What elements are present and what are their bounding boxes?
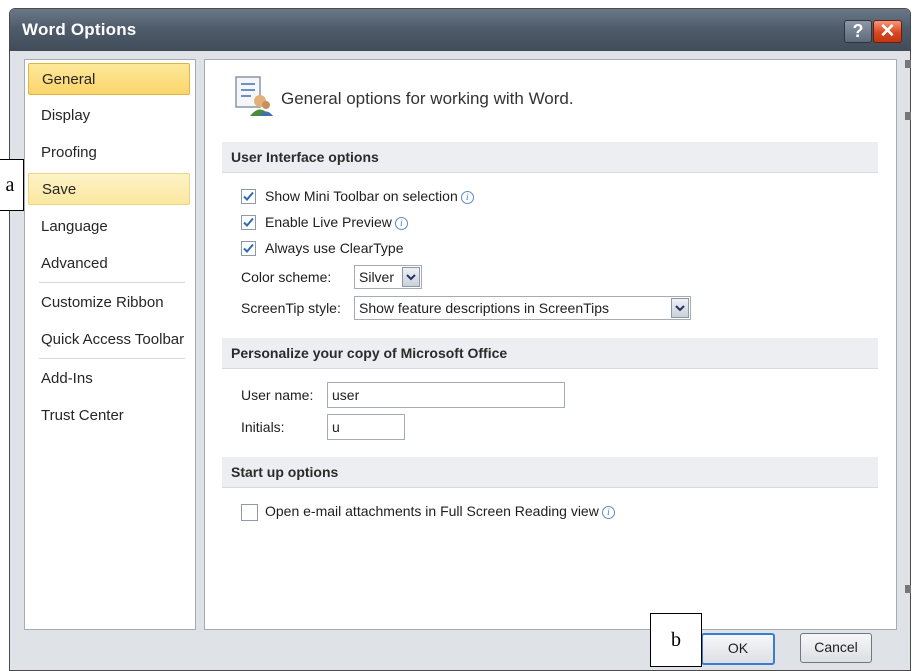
checkmark-icon [243, 191, 254, 201]
full-screen-reading-label: Open e-mail attachments in Full Screen R… [265, 503, 615, 519]
ui-options-section-header: User Interface options [222, 142, 878, 173]
nav-divider [39, 358, 185, 359]
window-title: Word Options [22, 20, 137, 39]
nav-item-label: Quick Access Toolbar [41, 331, 185, 348]
nav-item-label: Customize Ribbon [41, 294, 164, 311]
nav-item-add-ins[interactable]: Add-Ins [28, 363, 190, 395]
info-icon[interactable]: i [601, 506, 615, 519]
dropdown-arrow-icon[interactable] [671, 298, 689, 318]
nav-item-label: General [42, 71, 96, 88]
nav-item-label: Trust Center [41, 407, 124, 424]
nav-item-label: Save [42, 181, 77, 198]
title-bar[interactable]: Word Options ? ✕ [10, 9, 910, 51]
section-title: User Interface options [231, 149, 379, 165]
callout-a: a [0, 159, 24, 211]
option-text: Open e-mail attachments in Full Screen R… [265, 503, 599, 519]
section-title: Personalize your copy of Microsoft Offic… [231, 345, 508, 361]
initials-input[interactable]: u [327, 414, 405, 440]
live-preview-label: Enable Live Preview i [265, 214, 408, 230]
checkmark-icon [243, 217, 254, 227]
info-icon[interactable]: i [394, 217, 408, 230]
nav-item-proofing[interactable]: Proofing [28, 137, 190, 169]
live-preview-checkbox[interactable] [241, 215, 256, 230]
checkmark-icon [243, 243, 254, 253]
nav-item-quick-access-toolbar[interactable]: Quick Access Toolbar [28, 324, 190, 356]
close-button[interactable]: ✕ [873, 20, 902, 43]
general-options-icon [235, 76, 273, 116]
initials-value: u [332, 419, 340, 435]
option-text: Show Mini Toolbar on selection [265, 188, 458, 204]
option-text: Enable Live Preview [265, 214, 392, 230]
username-input[interactable]: user [327, 382, 565, 408]
nav-item-label: Display [41, 107, 91, 124]
callout-b: b [650, 613, 702, 667]
nav-item-label: Language [41, 218, 108, 235]
full-screen-reading-checkbox[interactable] [241, 504, 258, 521]
ok-button[interactable]: OK [701, 633, 775, 665]
general-header-text: General options for working with Word. [281, 89, 574, 108]
nav-item-language[interactable]: Language [28, 211, 190, 243]
personalize-section-header: Personalize your copy of Microsoft Offic… [222, 338, 878, 369]
cancel-button[interactable]: Cancel [800, 633, 872, 663]
color-scheme-label: Color scheme: [241, 269, 332, 285]
nav-item-advanced[interactable]: Advanced [28, 248, 190, 280]
screentip-style-value: Show feature descriptions in ScreenTips [359, 300, 610, 316]
info-icon[interactable]: i [460, 191, 474, 204]
startup-section-header: Start up options [222, 457, 878, 488]
options-nav: General Display Proofing Save Language A… [24, 59, 196, 630]
username-value: user [332, 387, 360, 403]
edge-mark [905, 112, 911, 120]
nav-item-general[interactable]: General [28, 63, 190, 95]
screentip-style-label: ScreenTip style: [241, 300, 341, 316]
mini-toolbar-label: Show Mini Toolbar on selection i [265, 188, 474, 204]
mini-toolbar-checkbox[interactable] [241, 189, 256, 204]
section-title: Start up options [231, 464, 339, 480]
nav-divider [39, 282, 185, 283]
color-scheme-select[interactable]: Silver [354, 265, 422, 289]
nav-item-label: Advanced [41, 255, 108, 272]
nav-item-label: Proofing [41, 144, 97, 161]
cleartype-checkbox[interactable] [241, 241, 256, 256]
screentip-style-select[interactable]: Show feature descriptions in ScreenTips [354, 296, 691, 320]
edge-mark [905, 60, 911, 68]
nav-item-display[interactable]: Display [28, 100, 190, 132]
username-label: User name: [241, 387, 314, 403]
cleartype-label: Always use ClearType [265, 240, 404, 256]
color-scheme-value: Silver [359, 269, 395, 285]
help-button[interactable]: ? [844, 20, 872, 43]
nav-item-trust-center[interactable]: Trust Center [28, 400, 190, 432]
edge-mark [905, 585, 911, 593]
dropdown-arrow-icon[interactable] [402, 267, 420, 287]
nav-item-customize-ribbon[interactable]: Customize Ribbon [28, 287, 190, 319]
nav-item-label: Add-Ins [41, 370, 93, 387]
initials-label: Initials: [241, 419, 285, 435]
word-options-dialog: Word Options ? ✕ General Display Proofin… [9, 8, 911, 671]
options-content: General options for working with Word. U… [204, 59, 897, 630]
nav-item-save[interactable]: Save [28, 173, 190, 205]
